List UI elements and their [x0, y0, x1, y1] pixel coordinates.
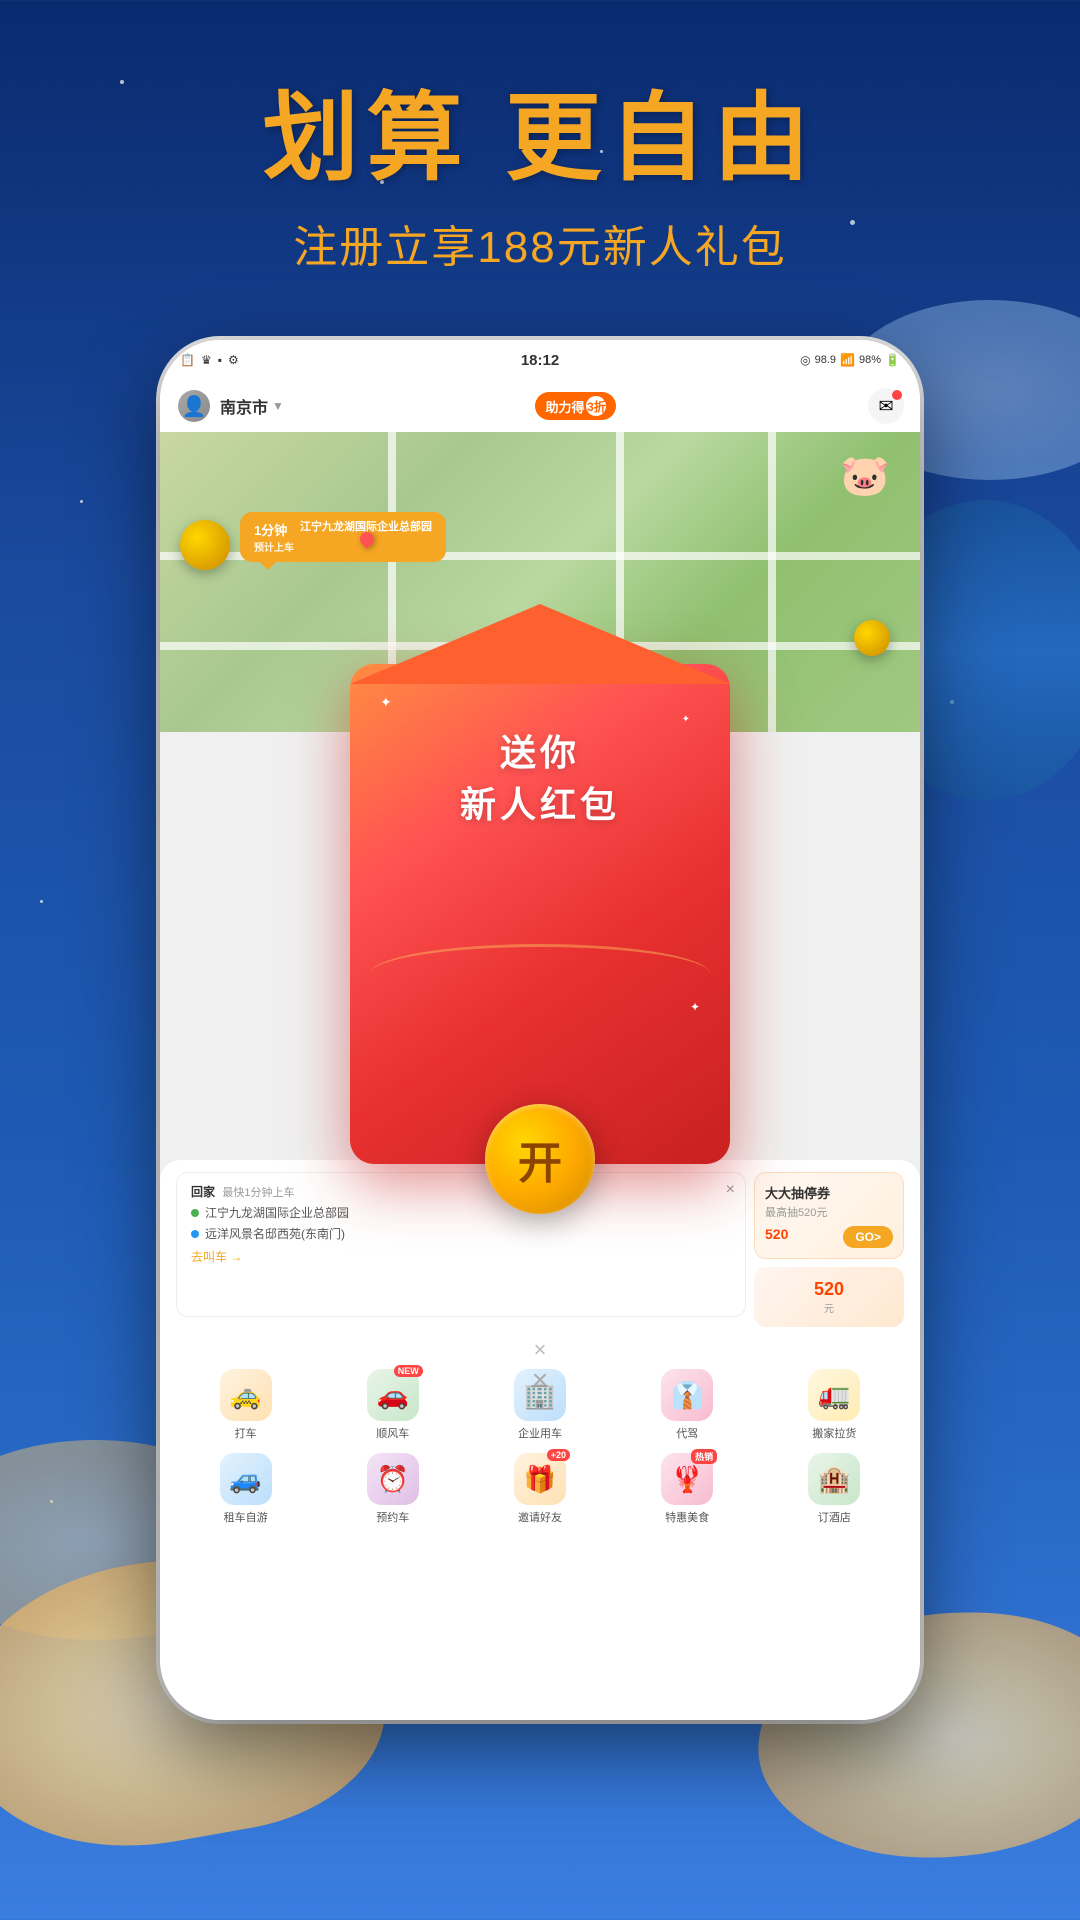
- city-name: 南京市: [220, 394, 268, 418]
- message-icon: ✉: [878, 396, 893, 417]
- app-header: 👤 南京市 ▼ 助力得 3折 ✉: [160, 380, 920, 432]
- header-section: 划算 更自由 注册立享188元新人礼包: [0, 60, 1080, 275]
- phone-frame: 📋 ♛ ▪ ⚙ 18:12 ◎ 98.9 📶 98% 🔋 👤 南京市: [160, 340, 920, 1720]
- sparkle-1: ✦: [380, 694, 392, 711]
- red-packet-line1: 送你: [460, 724, 620, 776]
- city-selector[interactable]: 南京市 ▼: [220, 394, 284, 418]
- arc-decoration: [370, 944, 710, 1004]
- pickup-time: 1分钟: [254, 520, 294, 539]
- status-icons-left: 📋 ♛ ▪ ⚙: [180, 353, 239, 367]
- phone-inner: 📋 ♛ ▪ ⚙ 18:12 ◎ 98.9 📶 98% 🔋 👤 南京市: [160, 340, 920, 1720]
- avatar-img: 👤: [178, 390, 210, 422]
- sim-icon: ▪: [218, 353, 222, 367]
- status-time: 18:12: [521, 352, 559, 369]
- promo-badge[interactable]: 助力得 3折: [535, 392, 616, 420]
- mascot-icon: 🐷: [840, 452, 890, 499]
- status-icons-right: ◎ 98.9 📶 98% 🔋: [800, 353, 900, 367]
- message-icon-btn[interactable]: ✉: [868, 388, 904, 424]
- open-label: 开: [518, 1127, 562, 1191]
- main-title: 划算 更自由: [0, 60, 1080, 199]
- gold-ball-left: [180, 520, 230, 570]
- sparkle-2: ✦: [682, 714, 690, 725]
- crown-icon: ♛: [201, 353, 212, 367]
- notification-icon: 📋: [180, 353, 195, 367]
- signal-text: 98.9: [815, 354, 836, 366]
- route-dest-dot: [191, 1230, 199, 1238]
- sparkle-3: ✦: [690, 1000, 700, 1014]
- sub-title: 注册立享188元新人礼包: [0, 211, 1080, 275]
- promo-discount: 3折: [586, 396, 606, 416]
- gold-ball-right: [854, 620, 890, 656]
- chevron-down-icon: ▼: [272, 399, 284, 413]
- battery-text: 98%: [859, 354, 881, 366]
- close-x-icon: ×: [532, 1364, 548, 1395]
- red-packet-card[interactable]: ✦ ✦ ✦ 送你 新人红包 开: [350, 664, 730, 1164]
- status-bar: 📋 ♛ ▪ ⚙ 18:12 ◎ 98.9 📶 98% 🔋: [160, 340, 920, 380]
- bottom-close-btn[interactable]: ×: [532, 1364, 548, 1396]
- red-packet-content: 送你 新人红包: [460, 724, 620, 828]
- avatar: 👤: [176, 388, 212, 424]
- settings-icon: ⚙: [228, 353, 239, 367]
- red-packet-overlay: ✦ ✦ ✦ 送你 新人红包 开 ×: [200, 540, 880, 1520]
- red-packet-flap: [350, 604, 730, 684]
- battery-icon: 🔋: [885, 353, 900, 367]
- promo-text: 助力得: [545, 397, 584, 416]
- route-origin-dot: [191, 1209, 199, 1217]
- location-icon: ◎: [800, 353, 810, 367]
- notification-dot: [892, 390, 902, 400]
- wifi-icon: 📶: [840, 353, 855, 367]
- open-button[interactable]: 开: [485, 1104, 595, 1214]
- red-packet-line2: 新人红包: [460, 776, 620, 828]
